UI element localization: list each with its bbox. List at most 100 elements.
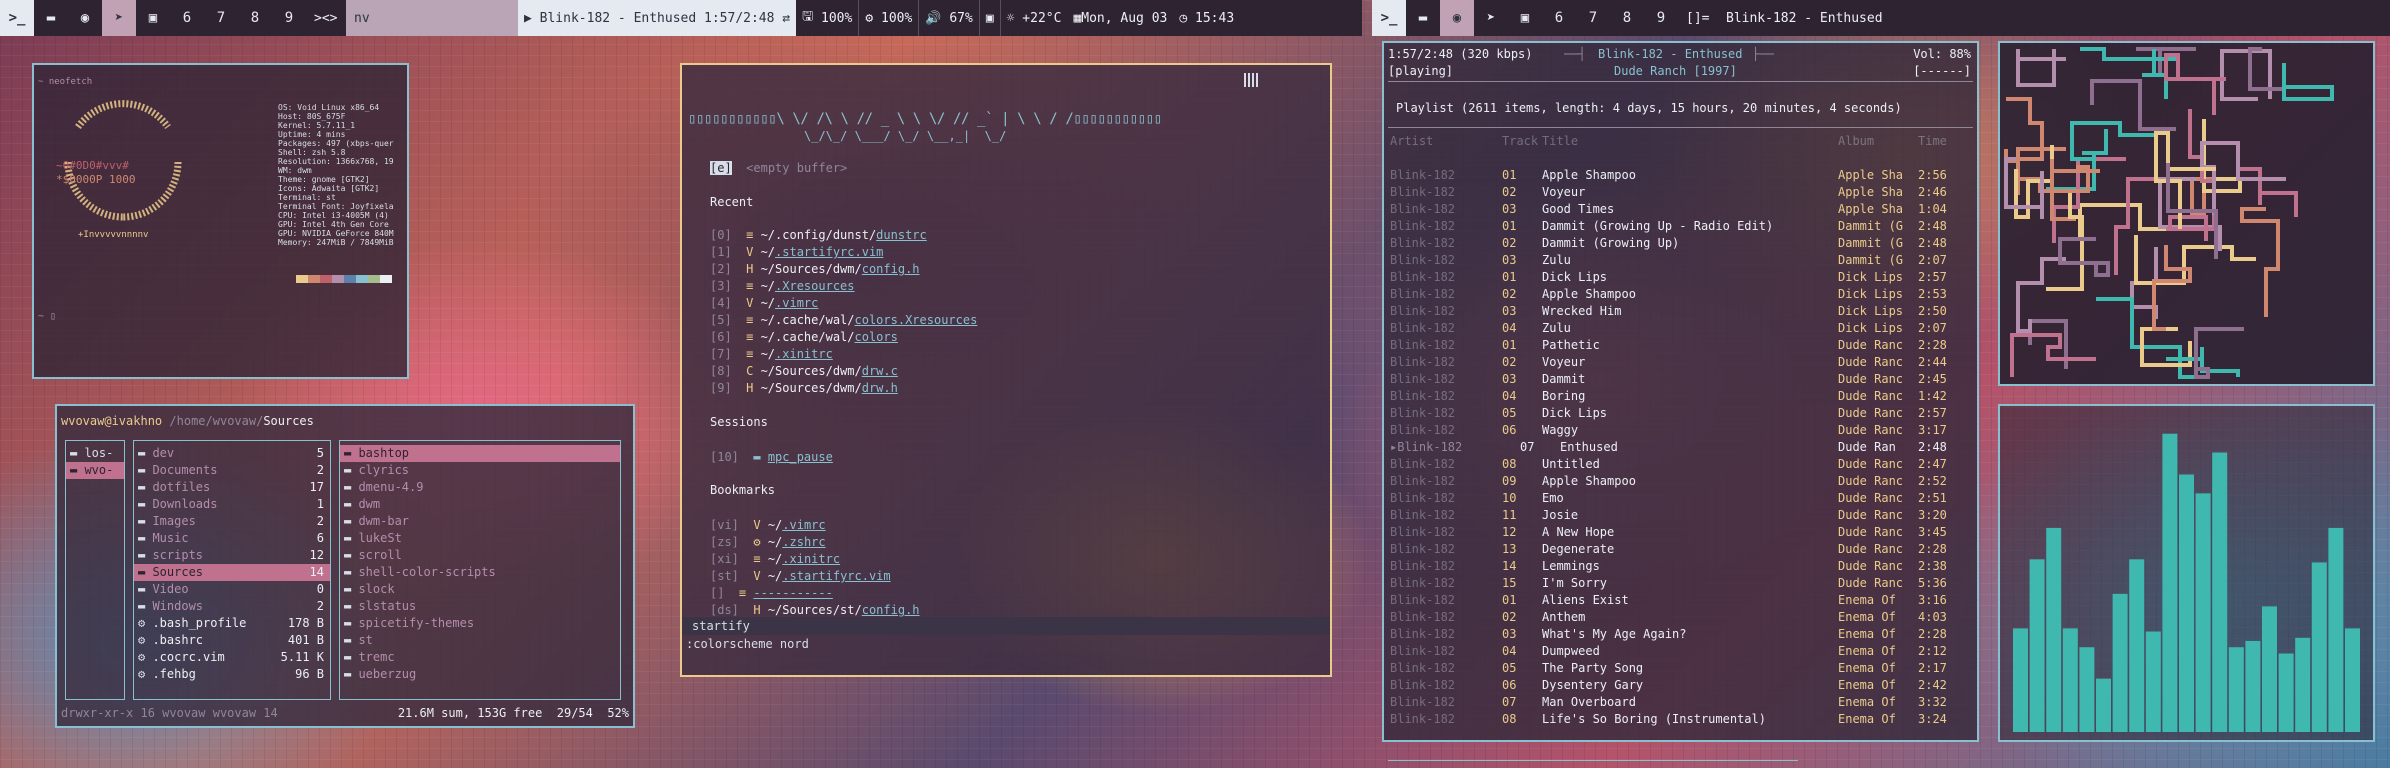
parent-dir-item[interactable]: ▬ los- [66,445,124,462]
tag-7-icon[interactable]: 7 [1576,0,1610,36]
tag-8-icon[interactable]: 8 [1610,0,1644,36]
playlist-row[interactable]: Blink-182 04 Boring Dude Ranc 1:42 [1390,388,1971,405]
chat-icon[interactable]: ▣ [136,0,170,36]
playlist-row[interactable]: Blink-182 04 Zulu Dick Lips 2:07 [1390,320,1971,337]
playlist-row[interactable]: Blink-182 01 Aliens Exist Enema Of 3:16 [1390,592,1971,609]
preview-item[interactable]: ▬ tremc [340,649,620,666]
file-item[interactable]: ▬ dev 5 [134,445,330,462]
playlist-row[interactable]: ▸Blink-182 07 Enthused Dude Ran 2:48 [1390,439,1971,456]
tag-6-icon[interactable]: 6 [1542,0,1576,36]
now-playing[interactable]: ▶ Blink-182 - Enthused 1:57/2:48 ⇄ [518,0,797,36]
playlist-row[interactable]: Blink-182 01 Pathetic Dude Ranc 2:28 [1390,337,1971,354]
startify-entry[interactable]: [6] ≡ ~/.cache/wal/colors [710,329,977,346]
tag-9-icon[interactable]: 9 [1644,0,1678,36]
seek-bar[interactable] [1388,730,1973,761]
startify-entry[interactable]: [vi] V ~/.vimrc [710,517,920,534]
playlist-row[interactable]: Blink-182 06 Waggy Dude Ranc 3:17 [1390,422,1971,439]
file-item[interactable]: ▬ scripts 12 [134,547,330,564]
playlist-row[interactable]: Blink-182 09 Apple Shampoo Dude Ranc 2:52 [1390,473,1971,490]
startify-entry[interactable]: [2] H ~/Sources/dwm/config.h [710,261,977,278]
playlist-row[interactable]: Blink-182 02 Dammit (Growing Up) Dammit (G 2… [1390,235,1971,252]
volume[interactable]: 🔊 67% [918,0,979,36]
playlist-row[interactable]: Blink-182 02 Anthem Enema Of 4:03 [1390,609,1971,626]
layout-indicator[interactable]: ><> [306,11,346,26]
spotify-icon[interactable]: ◉ [1440,0,1474,36]
preview-item[interactable]: ▬ clyrics [340,462,620,479]
file-item[interactable]: ▬ dotfiles 17 [134,479,330,496]
telegram-icon[interactable]: ➤ [102,0,136,36]
file-item[interactable]: ▬ Sources 14 [134,564,330,581]
parent-dir-item[interactable]: ▬ wvo- [66,462,124,479]
playlist-row[interactable]: Blink-182 13 Degenerate Dude Ranc 2:28 [1390,541,1971,558]
playlist-row[interactable]: Blink-182 03 What's My Age Again? Enema Of 2… [1390,626,1971,643]
preview-item[interactable]: ▬ spicetify-themes [340,615,620,632]
ranger-current-column[interactable]: ▬ dev 5 ▬ Documents 2 ▬ dotfiles 17 ▬ Download… [133,440,331,700]
file-item[interactable]: ⚙ .fehbg 96 B [134,666,330,683]
file-item[interactable]: ▬ Downloads 1 [134,496,330,513]
tag-8-icon[interactable]: 8 [238,0,272,36]
startify-entry[interactable]: [] ≡ ----------- [710,585,920,602]
playlist-row[interactable]: Blink-182 08 Life's So Boring (Instrumenta… [1390,711,1971,728]
folder-icon[interactable]: ▬ [1406,0,1440,36]
startify-entry[interactable]: [8] C ~/Sources/dwm/drw.c [710,363,977,380]
command-line[interactable]: :colorscheme nord [686,637,809,651]
playlist-row[interactable]: Blink-182 01 Dick Lips Dick Lips 2:57 [1390,269,1971,286]
terminal-icon[interactable]: >_ [1372,0,1406,36]
preview-item[interactable]: ▬ lukeSt [340,530,620,547]
preview-item[interactable]: ▬ slstatus [340,598,620,615]
playlist-row[interactable]: Blink-182 10 Emo Dude Ranc 2:51 [1390,490,1971,507]
file-item[interactable]: ⚙ .bash_profile 178 B [134,615,330,632]
playlist-row[interactable]: Blink-182 07 Man Overboard Enema Of 3:32 [1390,694,1971,711]
file-item[interactable]: ▬ Images 2 [134,513,330,530]
preview-item[interactable]: ▬ shell-color-scripts [340,564,620,581]
preview-item[interactable]: ▬ dmenu-4.9 [340,479,620,496]
preview-item[interactable]: ▬ st [340,632,620,649]
notification-icon[interactable] [1244,73,1260,87]
ranger-parent-column[interactable]: ▬ los- ▬ wvo- [65,440,125,700]
preview-item[interactable]: ▬ dwm-bar [340,513,620,530]
startify-entry[interactable]: [10] ▬ mpc_pause [710,449,833,466]
startify-entry[interactable]: [st] V ~/.startifyrc.vim [710,568,920,585]
playlist-row[interactable]: Blink-182 01 Apple Shampoo Apple Sha 2:56 [1390,167,1971,184]
playlist-row[interactable]: Blink-182 04 Dumpweed Enema Of 2:12 [1390,643,1971,660]
playlist-row[interactable]: Blink-182 02 Apple Shampoo Dick Lips 2:53 [1390,286,1971,303]
playlist-row[interactable]: Blink-182 03 Wrecked Him Dick Lips 2:50 [1390,303,1971,320]
startify-entry[interactable]: [5] ≡ ~/.cache/wal/colors.Xresources [710,312,977,329]
playlist-row[interactable]: Blink-182 06 Dysentery Gary Enema Of 2:42 [1390,677,1971,694]
playlist-row[interactable]: Blink-182 14 Lemmings Dude Ranc 2:38 [1390,558,1971,575]
playlist-row[interactable]: Blink-182 02 Voyeur Dude Ranc 2:44 [1390,354,1971,371]
startify-entry[interactable]: [4] V ~/.vimrc [710,295,977,312]
folder-icon[interactable]: ▬ [34,0,68,36]
file-item[interactable]: ⚙ .cocrc.vim 5.11 K [134,649,330,666]
startify-entry[interactable]: [9] H ~/Sources/dwm/drw.h [710,380,977,397]
telegram-icon[interactable]: ➤ [1474,0,1508,36]
preview-item[interactable]: ▬ dwm [340,496,620,513]
preview-item[interactable]: ▬ bashtop [340,445,620,462]
layout-indicator-right[interactable]: []= [1678,11,1718,26]
file-item[interactable]: ⚙ .bashrc 401 B [134,632,330,649]
playlist-row[interactable]: Blink-182 11 Josie Dude Ranc 3:20 [1390,507,1971,524]
playlist-row[interactable]: Blink-182 05 The Party Song Enema Of 2:17 [1390,660,1971,677]
tag-6-icon[interactable]: 6 [170,0,204,36]
preview-item[interactable]: ▬ slock [340,581,620,598]
file-item[interactable]: ▬ Windows 2 [134,598,330,615]
playlist-row[interactable]: Blink-182 03 Good Times Apple Sha 1:04 [1390,201,1971,218]
playlist-row[interactable]: Blink-182 03 Dammit Dude Ranc 2:45 [1390,371,1971,388]
playlist-row[interactable]: Blink-182 08 Untitled Dude Ranc 2:47 [1390,456,1971,473]
startify-entry[interactable]: [0] ≡ ~/.config/dunst/dunstrc [710,227,977,244]
file-item[interactable]: ▬ Music 6 [134,530,330,547]
empty-buffer-entry[interactable]: [e] <empty buffer> [710,161,847,175]
playlist-row[interactable]: Blink-182 03 Zulu Dammit (G 2:07 [1390,252,1971,269]
ncmpcpp-player[interactable]: 1:57/2:48 (320 kbps) ──┤ Blink-182 - Ent… [1382,41,1979,761]
preview-item[interactable]: ▬ ueberzug [340,666,620,683]
startify-entry[interactable]: [3] ≡ ~/.Xresources [710,278,977,295]
playlist-row[interactable]: Blink-182 02 Voyeur Apple Sha 2:46 [1390,184,1971,201]
startify-entry[interactable]: [7] ≡ ~/.xinitrc [710,346,977,363]
neofetch-terminal[interactable]: ~0#0D0#vvv# *$0000P 1000 +Invvvvvnnnnv ~… [32,63,409,379]
playlist-row[interactable]: Blink-182 01 Dammit (Growing Up - Radio Ed… [1390,218,1971,235]
ranger-file-manager[interactable]: wvovaw@ivakhno /home/wvovaw/Sources ▬ lo… [55,404,635,728]
nvim-startify[interactable]: ▯▯▯▯▯▯▯▯▯▯▯\ \/ /\ \ // _ \ \ \/ // _` |… [680,63,1332,677]
file-item[interactable]: ▬ Video 0 [134,581,330,598]
spotify-icon[interactable]: ◉ [68,0,102,36]
startify-entry[interactable]: [xi] ≡ ~/.xinitrc [710,551,920,568]
